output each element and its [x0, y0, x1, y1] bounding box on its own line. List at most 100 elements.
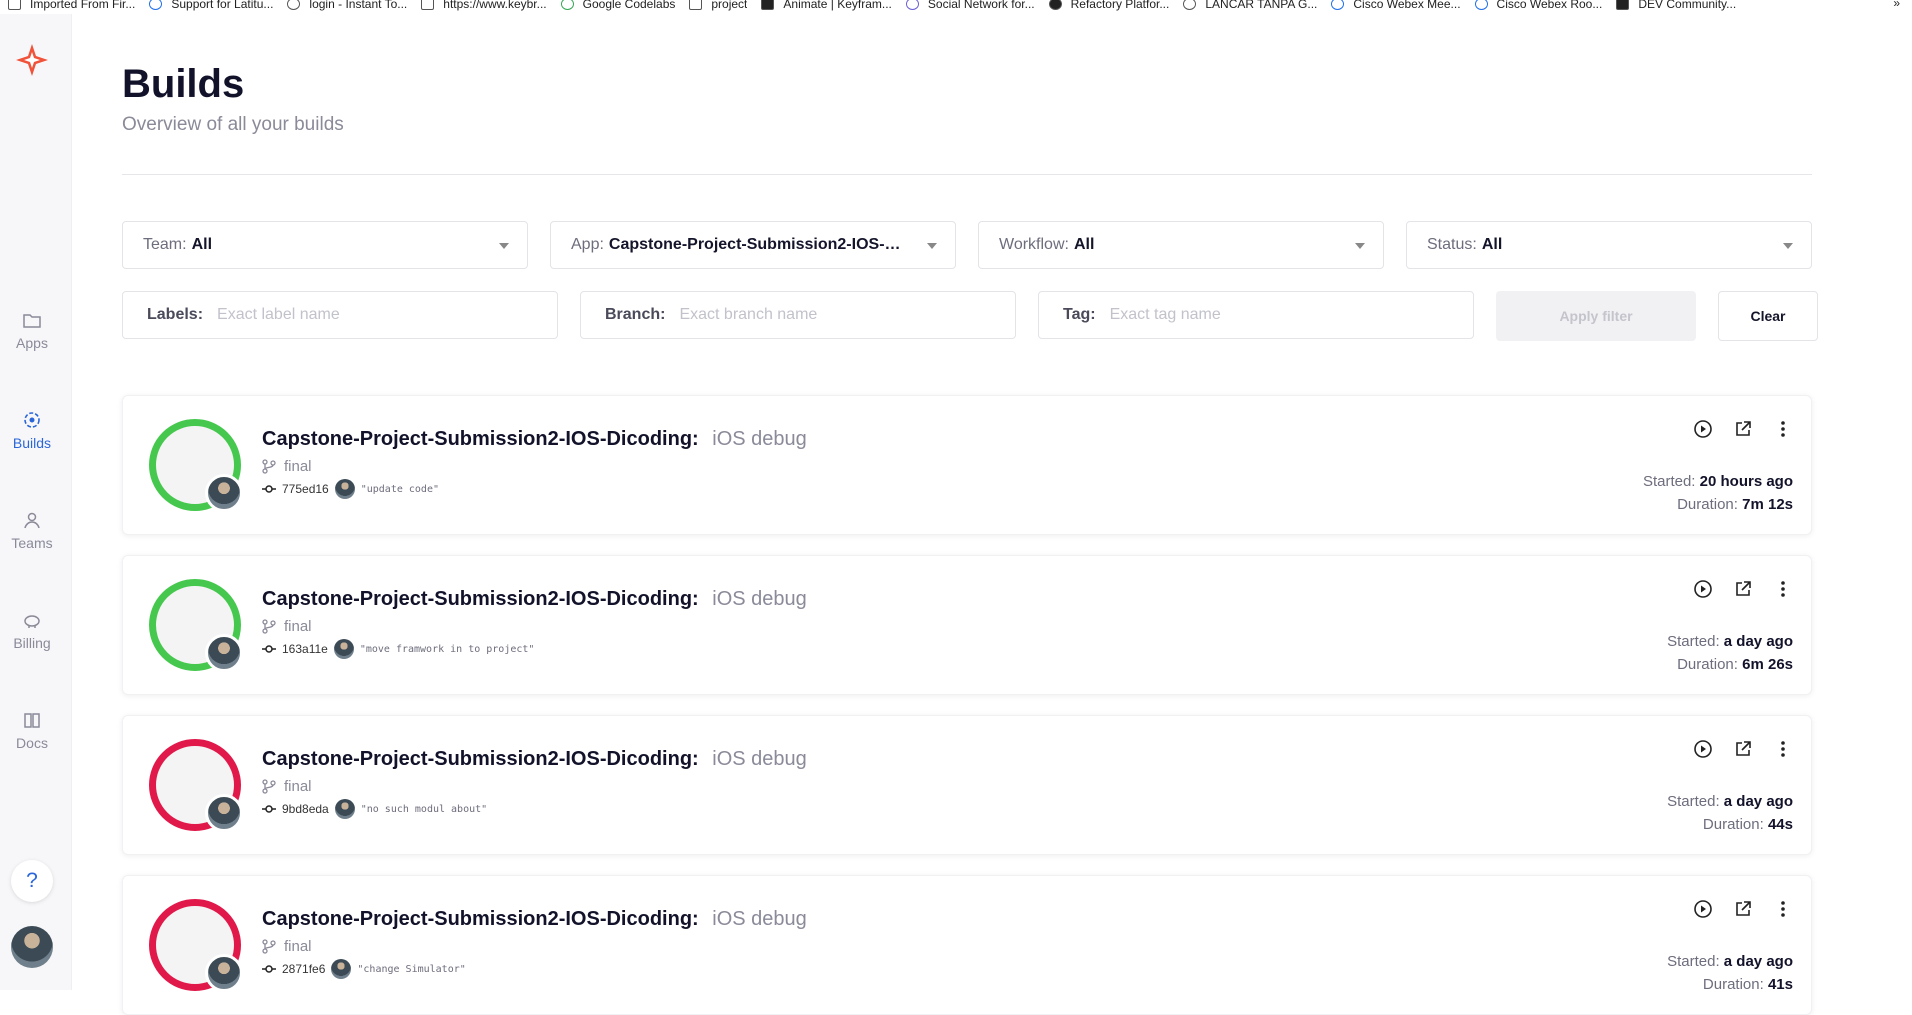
- bookmark-item[interactable]: Social Network for...: [898, 0, 1035, 11]
- build-workflow-name: iOS debug: [712, 428, 807, 450]
- more-options-button[interactable]: [1771, 897, 1795, 921]
- commit-hash[interactable]: 9bd8eda: [282, 802, 329, 816]
- started-label: Started:: [1642, 473, 1696, 490]
- author-avatar: [205, 474, 243, 512]
- build-commit: 775ed16 "update code": [262, 479, 439, 499]
- labels-filter-label: Labels:: [147, 306, 204, 323]
- bookmark-label: Imported From Fir...: [30, 0, 136, 11]
- commit-icon: [262, 965, 276, 973]
- dev-icon: [1616, 0, 1630, 10]
- commit-hash[interactable]: 2871fe6: [282, 962, 325, 976]
- bookmark-item[interactable]: LANCAR TANPA G...: [1175, 0, 1317, 11]
- bookmark-label: Cisco Webex Mee...: [1353, 0, 1461, 11]
- user-avatar[interactable]: [11, 926, 53, 968]
- app-select[interactable]: App: Capstone-Project-Submission2-IOS-Di…: [550, 221, 956, 269]
- build-title[interactable]: Capstone-Project-Submission2-IOS-Dicodin…: [262, 748, 807, 771]
- more-options-button[interactable]: [1771, 417, 1795, 441]
- build-title[interactable]: Capstone-Project-Submission2-IOS-Dicodin…: [262, 908, 807, 931]
- build-branch: final: [262, 778, 312, 795]
- open-build-button[interactable]: [1731, 417, 1755, 441]
- commit-hash[interactable]: 775ed16: [282, 482, 329, 496]
- help-button[interactable]: ?: [11, 860, 53, 902]
- external-link-icon: [1736, 421, 1751, 436]
- build-started: Started: 20 hours ago: [1643, 470, 1793, 493]
- build-card[interactable]: Capstone-Project-Submission2-IOS-Dicodin…: [122, 555, 1812, 695]
- bookmarks-overflow-button[interactable]: »: [1893, 0, 1900, 10]
- started-value: a day ago: [1723, 793, 1793, 810]
- branch-filter-label: Branch:: [605, 306, 666, 323]
- open-build-button[interactable]: [1731, 577, 1755, 601]
- bookmark-item[interactable]: login - Instant To...: [279, 0, 407, 11]
- rebuild-button[interactable]: [1691, 737, 1715, 761]
- team-select-label: Team:: [143, 236, 187, 253]
- branch-input[interactable]: [679, 306, 991, 324]
- bookmark-item[interactable]: Cisco Webex Roo...: [1467, 0, 1602, 11]
- sidebar-item-builds[interactable]: Builds: [0, 409, 64, 451]
- bookmark-label: DEV Community...: [1638, 0, 1737, 11]
- sidebar-item-label: Teams: [11, 535, 53, 551]
- sidebar-item-docs[interactable]: Docs: [0, 709, 64, 751]
- bookmark-item[interactable]: Refactory Platfor...: [1041, 0, 1170, 11]
- started-value: 20 hours ago: [1699, 473, 1793, 490]
- sidebar-item-billing[interactable]: Billing: [0, 609, 64, 651]
- build-branch: final: [262, 618, 312, 635]
- chevron-down-icon: [1355, 243, 1365, 249]
- bookmark-item[interactable]: Imported From Fir...: [0, 0, 135, 11]
- bookmark-item[interactable]: https://www.keybr...: [413, 0, 547, 11]
- build-meta: Started: a day ago Duration: 41s: [1667, 950, 1793, 996]
- app-select-label: App:: [571, 236, 604, 253]
- build-branch-name: final: [284, 938, 312, 955]
- status-select[interactable]: Status: All: [1406, 221, 1812, 269]
- commit-author-avatar: [334, 479, 355, 499]
- sidebar-item-teams[interactable]: Teams: [0, 509, 64, 551]
- workflow-select[interactable]: Workflow: All: [978, 221, 1384, 269]
- duration-label: Duration:: [1702, 976, 1764, 993]
- animate-icon: [761, 0, 775, 10]
- commit-hash[interactable]: 163a11e: [282, 642, 328, 656]
- bookmark-item[interactable]: project: [681, 0, 747, 11]
- chevron-down-icon: [927, 243, 937, 249]
- bookmark-item[interactable]: Animate | Keyfram...: [753, 0, 892, 11]
- author-avatar: [205, 634, 243, 672]
- build-card[interactable]: Capstone-Project-Submission2-IOS-Dicodin…: [122, 715, 1812, 855]
- build-branch-name: final: [284, 458, 312, 475]
- tag-input[interactable]: [1109, 306, 1449, 324]
- rebuild-button[interactable]: [1691, 417, 1715, 441]
- build-branch-name: final: [284, 778, 312, 795]
- bookmark-item[interactable]: Google Codelabs: [553, 0, 675, 11]
- labels-input[interactable]: [217, 306, 533, 324]
- build-duration: Duration: 41s: [1667, 973, 1793, 996]
- rebuild-button[interactable]: [1691, 577, 1715, 601]
- open-build-button[interactable]: [1731, 737, 1755, 761]
- workflow-select-label: Workflow:: [999, 236, 1069, 253]
- globe-icon: [287, 0, 301, 10]
- more-options-button[interactable]: [1771, 737, 1795, 761]
- apply-filter-button[interactable]: Apply filter: [1496, 291, 1696, 341]
- build-card[interactable]: Capstone-Project-Submission2-IOS-Dicodin…: [122, 875, 1812, 1015]
- build-started: Started: a day ago: [1667, 950, 1793, 973]
- build-app-name: Capstone-Project-Submission2-IOS-Dicodin…: [262, 908, 699, 930]
- build-meta: Started: a day ago Duration: 6m 26s: [1667, 630, 1793, 676]
- bookmark-label: Animate | Keyfram...: [783, 0, 892, 11]
- play-icon: [1694, 900, 1712, 918]
- clear-filter-button[interactable]: Clear: [1718, 291, 1818, 341]
- bookmark-item[interactable]: Cisco Webex Mee...: [1323, 0, 1461, 11]
- build-card[interactable]: Capstone-Project-Submission2-IOS-Dicodin…: [122, 395, 1812, 535]
- team-select[interactable]: Team: All: [122, 221, 528, 269]
- build-title[interactable]: Capstone-Project-Submission2-IOS-Dicodin…: [262, 588, 807, 611]
- bookmark-label: Support for Latitu...: [171, 0, 274, 11]
- build-commit: 2871fe6 "change Simulator": [262, 959, 466, 979]
- book-icon: [24, 713, 40, 728]
- build-title[interactable]: Capstone-Project-Submission2-IOS-Dicodin…: [262, 428, 807, 451]
- rebuild-button[interactable]: [1691, 897, 1715, 921]
- more-options-button[interactable]: [1771, 577, 1795, 601]
- sidebar-item-apps[interactable]: Apps: [0, 309, 64, 351]
- codemagic-logo[interactable]: [14, 42, 50, 78]
- open-build-button[interactable]: [1731, 897, 1755, 921]
- play-icon: [1694, 740, 1712, 758]
- build-meta: Started: a day ago Duration: 44s: [1667, 790, 1793, 836]
- bookmark-item[interactable]: Support for Latitu...: [141, 0, 273, 11]
- build-workflow-name: iOS debug: [712, 748, 807, 770]
- bookmark-item[interactable]: DEV Community...: [1608, 0, 1736, 11]
- bookmark-label: Refactory Platfor...: [1070, 0, 1170, 11]
